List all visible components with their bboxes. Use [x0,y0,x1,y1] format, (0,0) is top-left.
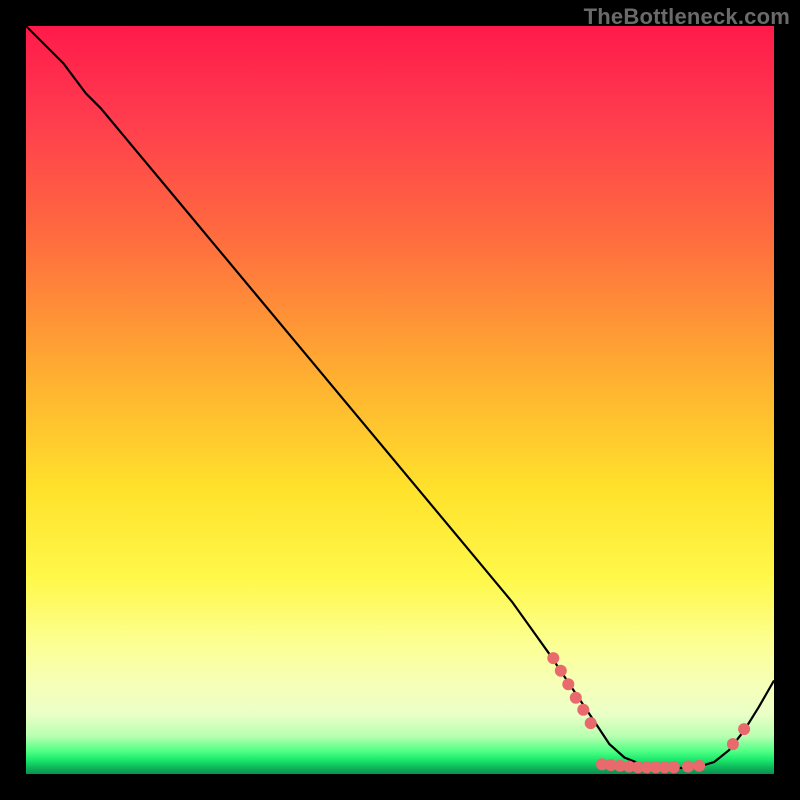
data-marker [577,704,589,716]
chart-svg [26,26,774,774]
data-marker [693,760,705,772]
data-marker [570,692,582,704]
curve-line [26,26,774,768]
data-marker [585,717,597,729]
plot-area [26,26,774,774]
data-marker [668,761,680,773]
data-marker [547,652,559,664]
data-marker [738,723,750,735]
data-marker [682,761,694,773]
data-marker [727,738,739,750]
data-marker [562,678,574,690]
data-marker [555,665,567,677]
chart-container: TheBottleneck.com [0,0,800,800]
marker-group [547,652,750,773]
